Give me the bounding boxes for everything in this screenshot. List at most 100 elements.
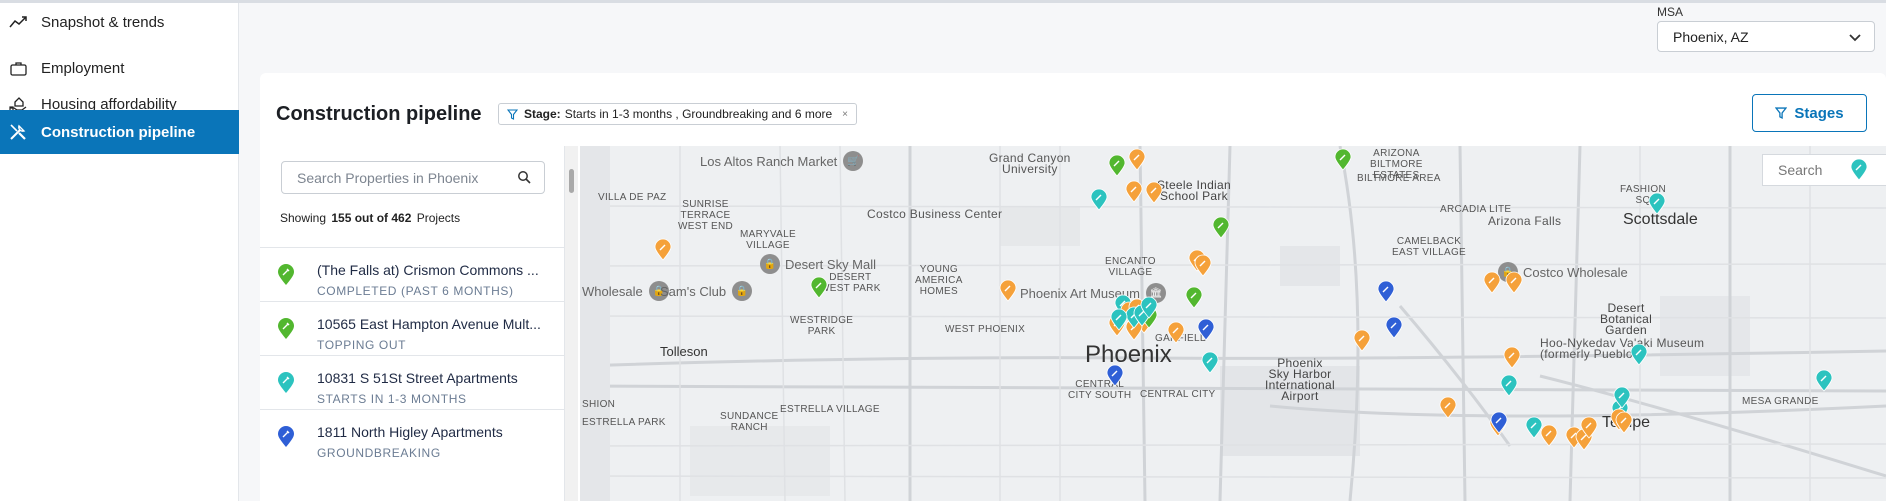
map-pin-icon[interactable]: [1613, 386, 1631, 410]
map-pin-icon[interactable]: [1483, 271, 1501, 295]
map-pin-icon[interactable]: [1630, 343, 1648, 367]
map-pin-icon[interactable]: [1197, 318, 1215, 342]
map-pin-icon[interactable]: [1490, 411, 1508, 435]
list-item-name: 1811 North Higley Apartments: [317, 424, 503, 440]
map-pin-icon[interactable]: [1140, 296, 1158, 320]
map-pin-icon[interactable]: [1615, 411, 1633, 435]
chip-close-icon[interactable]: ×: [842, 109, 848, 120]
poi-desert-sky: 🔒 Desert Sky Mall: [760, 254, 876, 274]
map-pin-icon[interactable]: [1185, 286, 1203, 310]
label-costco-center: Costco Business Center: [867, 207, 1003, 221]
map-search-placeholder: Search: [1778, 162, 1823, 178]
sidebar-item-snapshot[interactable]: Snapshot & trends: [0, 3, 239, 41]
label-west-phoenix: WEST PHOENIX: [945, 324, 1026, 335]
map-pin-icon[interactable]: [1125, 180, 1143, 204]
map-pin-icon: [277, 426, 295, 453]
list-item-stage: GROUNDBREAKING: [317, 446, 441, 460]
search-icon[interactable]: [517, 170, 531, 187]
map-pin-icon[interactable]: [1540, 424, 1558, 448]
map-pin-icon[interactable]: [1128, 148, 1146, 172]
map-pin-icon[interactable]: [654, 238, 672, 262]
label-estrella-village: ESTRELLA VILLAGE: [780, 404, 880, 415]
label-sky-harbor: Phoenix Sky Harbor International Airport: [1265, 356, 1335, 403]
map-pin-icon[interactable]: [1505, 271, 1523, 295]
poi-los-altos: Los Altos Ranch Market 🛒: [700, 151, 868, 171]
stage-filter-chip[interactable]: Stage: Starts in 1-3 months , Groundbrea…: [498, 103, 858, 125]
sidebar-item-label: Employment: [41, 59, 125, 77]
showing-count: 155 out of 462: [331, 211, 412, 225]
map-pin-icon[interactable]: [1648, 192, 1666, 216]
map-pin-icon[interactable]: [1503, 346, 1521, 370]
map-pin-icon[interactable]: [1201, 351, 1219, 375]
label-sunrise-terrace: SUNRISE TERRACE WEST END: [678, 199, 733, 232]
label-desert-botanical: Desert Botanical Garden: [1600, 301, 1653, 337]
map-pin-icon[interactable]: [1377, 280, 1395, 304]
map-pin-icon[interactable]: [1145, 181, 1163, 205]
poi-sams-club: Sam's Club 🔒: [660, 281, 757, 301]
sidebar: Snapshot & trends Employment Housing aff…: [0, 3, 239, 501]
map-pin-icon[interactable]: [810, 276, 828, 300]
map-pin-icon[interactable]: [1110, 308, 1128, 332]
label-encanto: ENCANTO VILLAGE: [1105, 256, 1156, 278]
map-pin-icon: [277, 372, 295, 399]
map-pin-icon[interactable]: [1090, 188, 1108, 212]
map-pin-icon[interactable]: [999, 279, 1017, 303]
label-mesa-grande: MESA GRANDE: [1742, 396, 1819, 407]
map-pin-icon[interactable]: [1580, 416, 1598, 440]
showing-prefix: Showing: [280, 211, 327, 225]
top-border: [0, 0, 1886, 3]
results-count: Showing 155 out of 462 Projects: [280, 211, 460, 225]
search-placeholder: Search Properties in Phoenix: [297, 169, 479, 186]
map-pin-icon: [277, 318, 295, 345]
property-search-input[interactable]: Search Properties in Phoenix: [281, 161, 545, 194]
sidebar-item-label: Snapshot & trends: [41, 13, 165, 31]
map-pin-icon[interactable]: [1212, 216, 1230, 240]
map-pin-icon[interactable]: [1108, 154, 1126, 178]
chip-key: Stage:: [524, 107, 561, 121]
map-pin-icon[interactable]: [1334, 148, 1352, 172]
chip-value: Starts in 1-3 months , Groundbreaking an…: [564, 107, 833, 121]
list-item-name: 10565 East Hampton Avenue Mult...: [317, 316, 541, 332]
stages-button-label: Stages: [1794, 104, 1844, 122]
label-hoo-museum: Hoo-Nykedav Va'aki Museum (formerly Puebl…: [1540, 336, 1705, 361]
map-pin-icon[interactable]: [1385, 316, 1403, 340]
map-pin-icon[interactable]: [1850, 158, 1868, 182]
list-scrollbar[interactable]: [565, 146, 578, 501]
label-tolleson: Tolleson: [660, 344, 708, 359]
map-pin-icon[interactable]: [1106, 364, 1124, 388]
label-camelback: CAMELBACK EAST VILLAGE: [1392, 236, 1467, 258]
showing-suffix: Projects: [416, 211, 461, 225]
map[interactable]: Los Altos Ranch Market 🛒 Grand Canyon Univ…: [580, 146, 1886, 501]
map-pin-icon[interactable]: [1194, 254, 1212, 278]
label-westridge: WESTRIDGE PARK: [790, 315, 854, 337]
msa-select[interactable]: Phoenix, AZ: [1657, 21, 1875, 52]
scroll-thumb[interactable]: [569, 169, 574, 193]
map-roads: [580, 146, 1886, 501]
filter-icon: [507, 108, 518, 120]
list-item-stage: STARTS IN 1-3 MONTHS: [317, 392, 467, 406]
label-maryvale: MARYVALE VILLAGE: [740, 229, 796, 251]
list-item-name: 10831 S 51St Street Apartments: [317, 370, 518, 386]
briefcase-icon: [8, 58, 28, 78]
stages-button[interactable]: Stages: [1752, 94, 1867, 132]
map-pin-icon[interactable]: [1167, 321, 1185, 345]
map-pin-icon[interactable]: [1500, 374, 1518, 398]
msa-value: Phoenix, AZ: [1673, 28, 1749, 45]
label-central-city: CENTRAL CITY: [1140, 389, 1216, 400]
list-item[interactable]: 1811 North Higley Apartments GROUNDBREAKI…: [260, 409, 565, 473]
label-sundance: SUNDANCE RANCH: [720, 411, 779, 433]
map-pin-icon[interactable]: [1353, 329, 1371, 353]
sidebar-item-construction-pipeline[interactable]: Construction pipeline: [0, 110, 239, 154]
map-pin-icon[interactable]: [1439, 396, 1457, 420]
list-item-stage: COMPLETED (PAST 6 MONTHS): [317, 284, 514, 298]
filter-icon: [1775, 107, 1788, 119]
label-steele: Steele Indian School Park: [1157, 178, 1231, 203]
chevron-down-icon: [1848, 30, 1862, 47]
trend-icon: [8, 12, 28, 32]
label-grand-canyon: Grand Canyon University: [989, 151, 1071, 176]
label-biltmore-area: BILTMORE AREA: [1357, 173, 1441, 184]
map-pin-icon[interactable]: [1815, 369, 1833, 393]
list-item-name: (The Falls at) Crismon Commons ...: [317, 262, 539, 278]
label-villa-de-paz: VILLA DE PAZ: [598, 192, 667, 203]
label-arizona-falls: Arizona Falls: [1488, 214, 1562, 228]
